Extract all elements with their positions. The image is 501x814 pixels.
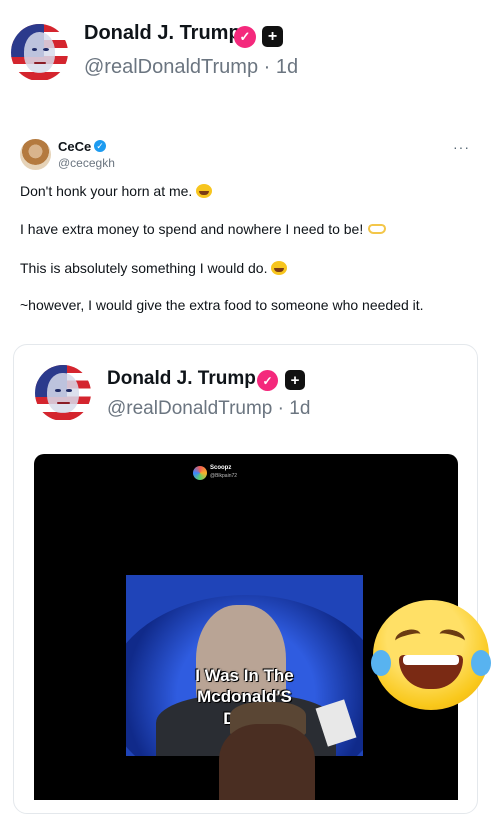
verified-badge-icon: ✓ bbox=[94, 140, 106, 152]
avatar[interactable] bbox=[20, 139, 51, 170]
video-caption: I Was In The bbox=[195, 666, 294, 685]
author-handle-row: @realDonaldTrump · 1d bbox=[107, 398, 310, 420]
post-text: I have extra money to spend and nowhere … bbox=[20, 221, 364, 237]
author-name[interactable]: Donald J. Trump bbox=[84, 22, 241, 45]
more-options-icon[interactable]: ··· bbox=[453, 139, 470, 155]
affiliate-badge-icon: + bbox=[285, 370, 305, 390]
laughing-emoji-icon bbox=[196, 184, 213, 198]
post-text-line: ~however, I would give the extra food to… bbox=[20, 297, 424, 313]
reactor-figure bbox=[219, 724, 315, 800]
author-handle[interactable]: @realDonaldTrump bbox=[107, 398, 272, 419]
author-handle-row: @realDonaldTrump · 1d bbox=[84, 56, 298, 79]
verified-badge-icon: ✓ bbox=[257, 370, 278, 391]
scoopz-logo-icon bbox=[193, 466, 207, 480]
post-text: This is absolutely something I would do. bbox=[20, 260, 268, 276]
post-text-line: I have extra money to spend and nowhere … bbox=[20, 221, 387, 237]
separator-dot: · bbox=[277, 398, 284, 419]
post-time[interactable]: 1d bbox=[276, 56, 298, 78]
avatar[interactable] bbox=[35, 365, 91, 421]
heart-hands-emoji-icon bbox=[368, 224, 387, 234]
author-handle[interactable]: @realDonaldTrump bbox=[84, 56, 258, 78]
affiliate-badge-icon: + bbox=[262, 26, 283, 47]
verified-badge-icon: ✓ bbox=[234, 26, 256, 48]
author-name[interactable]: CeCe bbox=[58, 139, 91, 154]
laughing-emoji-icon bbox=[271, 261, 288, 275]
author-name[interactable]: Donald J. Trump bbox=[107, 368, 256, 390]
watermark-name: Scoopz bbox=[210, 465, 232, 471]
tears-of-joy-emoji-icon bbox=[371, 600, 491, 710]
post-time[interactable]: 1d bbox=[289, 398, 310, 419]
post-text-line: This is absolutely something I would do. bbox=[20, 260, 288, 276]
avatar[interactable] bbox=[11, 24, 68, 81]
post-text-line: Don't honk your horn at me. bbox=[20, 183, 213, 199]
post-text: ~however, I would give the extra food to… bbox=[20, 297, 424, 313]
watermark-handle: @Blkpain72 bbox=[210, 473, 238, 479]
author-handle[interactable]: @cecegkh bbox=[58, 156, 115, 170]
separator-dot: · bbox=[263, 56, 271, 78]
post-text: Don't honk your horn at me. bbox=[20, 183, 193, 199]
